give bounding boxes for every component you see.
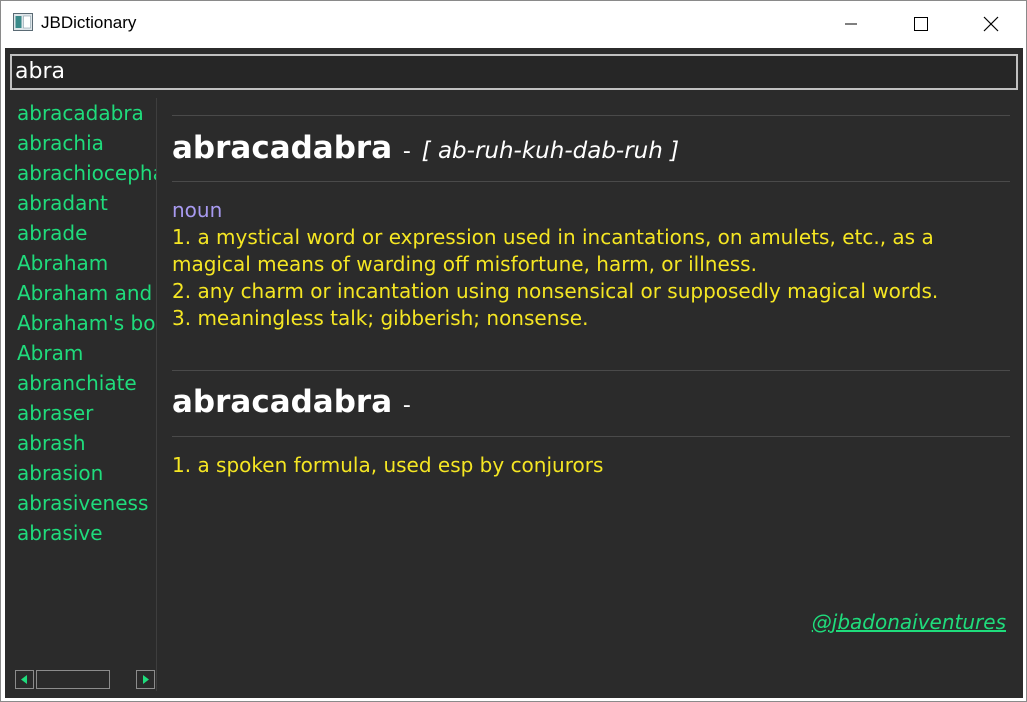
close-button[interactable] xyxy=(956,1,1026,47)
list-item[interactable]: abrasiveness xyxy=(5,488,156,518)
arrow-right-icon xyxy=(143,675,149,684)
scroll-thumb[interactable] xyxy=(36,670,110,689)
list-item[interactable]: abrade xyxy=(5,218,156,248)
minimize-button[interactable] xyxy=(816,1,886,47)
word-list-horizontal-scrollbar[interactable] xyxy=(15,670,156,689)
arrow-left-icon xyxy=(21,675,27,684)
entry-1-header: abracadabra - [ ab-ruh-kuh-dab-ruh ] xyxy=(172,130,679,166)
list-item[interactable]: abrasion xyxy=(5,458,156,488)
divider xyxy=(172,436,1010,437)
sense-1: 1. a spoken formula, used esp by conjuro… xyxy=(172,453,604,477)
entry-2-header: abracadabra - xyxy=(172,384,411,420)
part-of-speech: noun xyxy=(172,198,223,222)
list-item[interactable]: abrasive xyxy=(5,518,156,548)
list-item[interactable]: abrachia xyxy=(5,128,156,158)
scroll-right-button[interactable] xyxy=(136,670,155,689)
word-list[interactable]: abracadabraabrachiaabrachiocephalusabrad… xyxy=(5,98,157,691)
list-item[interactable]: abranchiate xyxy=(5,368,156,398)
title-bar[interactable]: JBDictionary xyxy=(1,1,1026,47)
list-item[interactable]: Abraham xyxy=(5,248,156,278)
maximize-button[interactable] xyxy=(886,1,956,47)
definition-panel: abracadabra - [ ab-ruh-kuh-dab-ruh ] nou… xyxy=(172,98,1010,658)
scroll-left-button[interactable] xyxy=(15,670,34,689)
minimize-icon xyxy=(845,23,857,25)
sense-3: 3. meaningless talk; gibberish; nonsense… xyxy=(172,306,589,330)
sense-1: 1. a mystical word or expression used in… xyxy=(172,225,934,276)
headword: abracadabra xyxy=(172,384,393,420)
headword: abracadabra xyxy=(172,130,393,166)
list-item[interactable]: Abram xyxy=(5,338,156,368)
list-item[interactable]: abrachiocephalus xyxy=(5,158,156,188)
list-item[interactable]: abradant xyxy=(5,188,156,218)
list-item[interactable]: abracadabra xyxy=(5,98,156,128)
app-window-icon xyxy=(13,13,33,31)
pronunciation: [ ab-ruh-kuh-dab-ruh ] xyxy=(421,138,680,164)
list-item[interactable]: Abraham's bosom xyxy=(5,308,156,338)
list-item[interactable]: abraser xyxy=(5,398,156,428)
list-item[interactable]: Abraham and Isaac xyxy=(5,278,156,308)
credit-link[interactable]: @jbadonaiventures xyxy=(812,610,1006,634)
main-content: abracadabraabrachiaabrachiocephalusabrad… xyxy=(5,48,1023,698)
divider xyxy=(172,181,1010,182)
headword-separator: - xyxy=(402,139,411,164)
divider xyxy=(172,370,1010,371)
maximize-icon xyxy=(914,17,928,31)
list-item[interactable]: abrash xyxy=(5,428,156,458)
sense-2: 2. any charm or incantation using nonsen… xyxy=(172,279,939,303)
divider xyxy=(172,115,1010,116)
app-window: JBDictionary abracadabraabrachiaabrachio… xyxy=(0,0,1027,702)
window-title: JBDictionary xyxy=(41,13,137,32)
close-icon xyxy=(983,16,999,32)
headword-separator: - xyxy=(402,393,411,418)
search-input[interactable] xyxy=(10,54,1018,90)
